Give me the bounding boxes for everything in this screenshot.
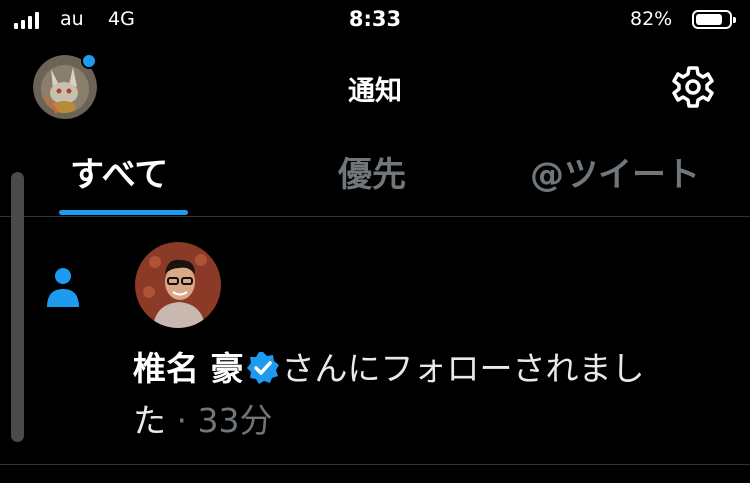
tab-priority[interactable]: 優先 [338,150,406,200]
verified-badge-icon [246,348,280,384]
active-tab-indicator [59,210,188,215]
user-avatar[interactable] [135,242,221,328]
page-title: 通知 [348,76,402,107]
user-name[interactable]: 椎名 豪 [133,349,244,388]
notification-divider [0,464,750,465]
tab-mentions[interactable]: @ツイート [530,150,700,200]
tab-bar: すべて 優先 @ツイート [0,140,750,216]
notification-message: さんにフォローされまし [281,349,645,388]
top-app-bar: 通知 [0,45,750,125]
notification-text: 椎名 豪さんにフォローされました · 33分 [133,343,733,447]
status-bar: au 4G 8:33 82% [0,0,750,40]
notification-item[interactable]: 椎名 豪さんにフォローされました · 33分 [0,217,750,464]
battery-percent: 82% [630,8,673,30]
tab-all[interactable]: すべて [70,150,168,200]
settings-gear-icon[interactable] [670,64,716,110]
unread-dot [81,53,97,69]
battery-icon [692,10,736,29]
notification-message-end: た [133,401,166,440]
time-ago: 33分 [197,401,273,440]
time-separator: · [176,401,188,440]
person-icon [45,265,81,309]
